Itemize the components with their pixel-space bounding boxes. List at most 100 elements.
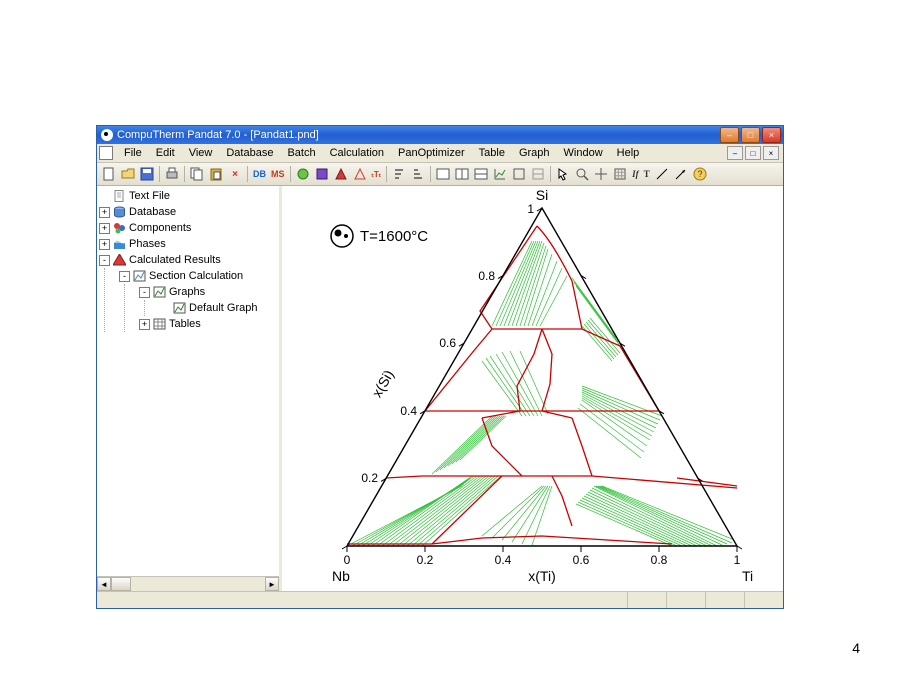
svg-text:0: 0 — [344, 553, 351, 567]
expand-icon[interactable]: + — [99, 239, 110, 250]
chart-icon-3[interactable] — [529, 165, 547, 183]
t-button[interactable]: T — [642, 165, 652, 183]
document-icon — [99, 146, 113, 160]
chart-icon-1[interactable] — [491, 165, 509, 183]
db-button[interactable]: DB — [251, 165, 268, 183]
save-icon[interactable] — [138, 165, 156, 183]
maximize-button[interactable]: □ — [741, 127, 760, 143]
delete-icon[interactable]: × — [226, 165, 244, 183]
line-icon[interactable] — [653, 165, 671, 183]
scroll-left-icon[interactable]: ◄ — [97, 577, 111, 591]
window-icon-3[interactable] — [472, 165, 490, 183]
menu-help[interactable]: Help — [610, 146, 647, 160]
menu-graph[interactable]: Graph — [512, 146, 557, 160]
svg-text:0.6: 0.6 — [439, 336, 456, 350]
tt-button[interactable]: ₜTₜ — [370, 165, 384, 183]
ms-button[interactable]: MS — [269, 165, 287, 183]
mdi-maximize-button[interactable]: □ — [745, 146, 761, 160]
menu-table[interactable]: Table — [472, 146, 512, 160]
svg-text:1: 1 — [734, 553, 741, 567]
calc-icon-3[interactable] — [332, 165, 350, 183]
mdi-close-button[interactable]: × — [763, 146, 779, 160]
paste-icon[interactable] — [207, 165, 225, 183]
sort-icon[interactable] — [390, 165, 408, 183]
menu-panoptimizer[interactable]: PanOptimizer — [391, 146, 472, 160]
svg-text:0.2: 0.2 — [417, 553, 434, 567]
chart-pane[interactable]: T=1600°C Si Nb Ti x(Ti) x(Si) — [282, 186, 783, 591]
tree-node-text-file[interactable]: Text File — [99, 188, 279, 204]
copy-icon[interactable] — [188, 165, 206, 183]
open-icon[interactable] — [119, 165, 137, 183]
if-button[interactable]: If — [630, 165, 641, 183]
tree-node-phases[interactable]: + Phases — [99, 236, 279, 252]
grid-icon[interactable] — [611, 165, 629, 183]
tree-pane[interactable]: Text File + Database + Components + Phas… — [97, 186, 282, 591]
application-window: CompuTherm Pandat 7.0 - [Pandat1.pnd] – … — [96, 125, 784, 609]
help-icon[interactable]: ? — [691, 165, 709, 183]
vertex-nb: Nb — [332, 568, 350, 584]
tree-node-calculated-results[interactable]: - Calculated Results — [99, 252, 279, 268]
window-icon-1[interactable] — [434, 165, 452, 183]
menu-bar: File Edit View Database Batch Calculatio… — [97, 144, 783, 163]
close-button[interactable]: × — [762, 127, 781, 143]
collapse-icon[interactable]: - — [139, 287, 150, 298]
chart-annotation: T=1600°C — [360, 228, 428, 245]
pointer-icon[interactable] — [554, 165, 572, 183]
window-icon-2[interactable] — [453, 165, 471, 183]
svg-text:0.8: 0.8 — [478, 269, 495, 283]
menu-file[interactable]: File — [117, 146, 149, 160]
components-icon — [113, 222, 126, 234]
svg-text:?: ? — [697, 169, 702, 179]
tree-label: Text File — [129, 190, 170, 202]
tree-horizontal-scrollbar[interactable]: ◄ ► — [97, 576, 279, 591]
sort-desc-icon[interactable] — [409, 165, 427, 183]
title-bar[interactable]: CompuTherm Pandat 7.0 - [Pandat1.pnd] – … — [97, 126, 783, 144]
tree-label: Graphs — [169, 286, 205, 298]
menu-window[interactable]: Window — [557, 146, 610, 160]
arrow-icon[interactable] — [672, 165, 690, 183]
svg-text:1: 1 — [527, 202, 534, 216]
tree-node-default-graph[interactable]: Default Graph — [159, 300, 279, 316]
tree-node-tables[interactable]: + Tables — [139, 316, 279, 332]
expand-icon[interactable]: + — [99, 207, 110, 218]
collapse-icon[interactable]: - — [119, 271, 130, 282]
database-icon — [113, 206, 126, 218]
app-icon — [101, 129, 113, 141]
scroll-right-icon[interactable]: ► — [265, 577, 279, 591]
tree-node-section-calculation[interactable]: - Section Calculation — [119, 268, 279, 284]
crosshair-icon[interactable] — [592, 165, 610, 183]
menu-view[interactable]: View — [182, 146, 220, 160]
menu-database[interactable]: Database — [219, 146, 280, 160]
tree-label: Calculated Results — [129, 254, 221, 266]
menu-edit[interactable]: Edit — [149, 146, 182, 160]
page-number: 4 — [852, 640, 860, 656]
client-area: Text File + Database + Components + Phas… — [97, 186, 783, 591]
ternary-diagram: T=1600°C Si Nb Ti x(Ti) x(Si) — [282, 186, 782, 596]
minimize-button[interactable]: – — [720, 127, 739, 143]
zoom-icon[interactable] — [573, 165, 591, 183]
calc-icon-1[interactable] — [294, 165, 312, 183]
chart-icon-2[interactable] — [510, 165, 528, 183]
svg-text:0.4: 0.4 — [495, 553, 512, 567]
tree-node-graphs[interactable]: - Graphs — [139, 284, 279, 300]
expand-icon[interactable]: + — [99, 223, 110, 234]
expand-icon[interactable]: + — [139, 319, 150, 330]
menu-calculation[interactable]: Calculation — [323, 146, 391, 160]
tree-label: Tables — [169, 318, 201, 330]
tables-icon — [153, 318, 166, 330]
tree-node-components[interactable]: + Components — [99, 220, 279, 236]
calc-icon-2[interactable] — [313, 165, 331, 183]
phases-icon — [113, 238, 126, 250]
print-icon[interactable] — [163, 165, 181, 183]
tree-label: Phases — [129, 238, 166, 250]
tree-label: Components — [129, 222, 191, 234]
calc-icon-4[interactable] — [351, 165, 369, 183]
svg-text:0.8: 0.8 — [651, 553, 668, 567]
collapse-icon[interactable]: - — [99, 255, 110, 266]
mdi-minimize-button[interactable]: – — [727, 146, 743, 160]
tree-node-database[interactable]: + Database — [99, 204, 279, 220]
new-icon[interactable] — [100, 165, 118, 183]
menu-batch[interactable]: Batch — [280, 146, 322, 160]
graphs-icon — [153, 286, 166, 298]
scroll-thumb[interactable] — [111, 577, 131, 591]
